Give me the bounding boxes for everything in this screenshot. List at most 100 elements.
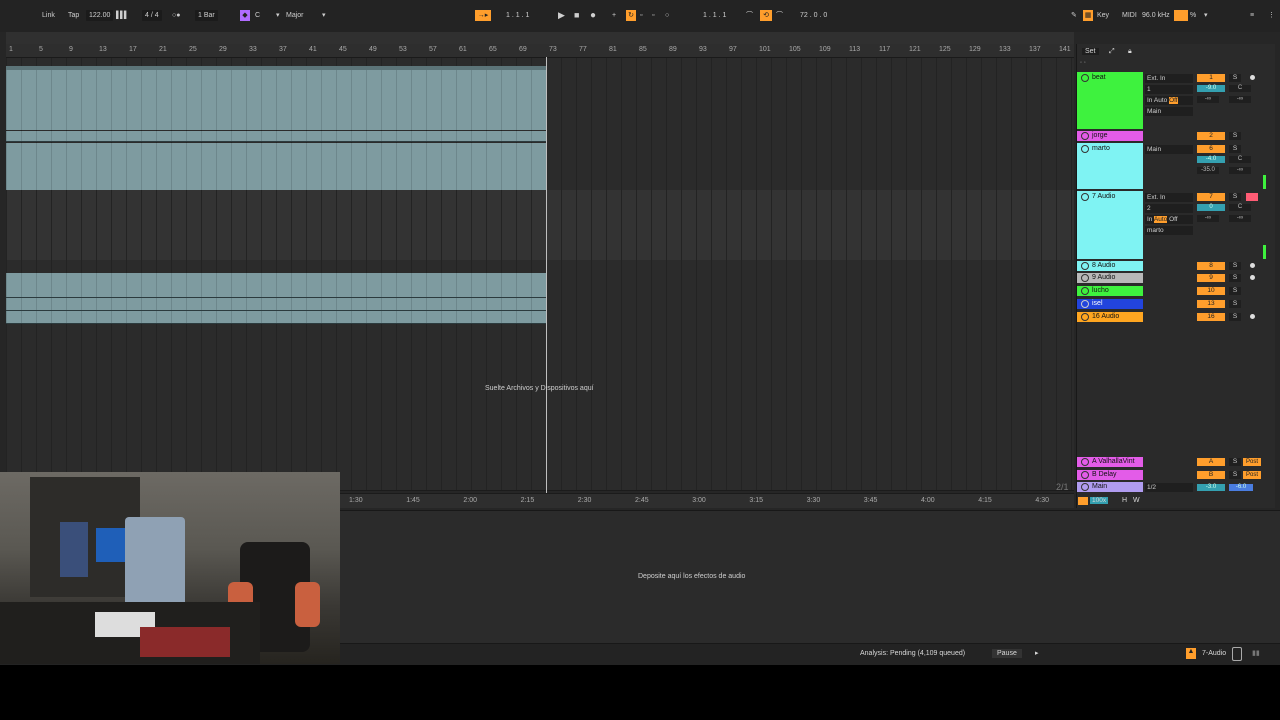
arrangement-view[interactable]: [6, 58, 1074, 491]
menu-icon[interactable]: ≡: [1250, 10, 1254, 21]
track-header-marto[interactable]: marto: [1077, 143, 1143, 189]
output-dropdown[interactable]: Main: [1145, 107, 1193, 116]
track-activator[interactable]: 1: [1197, 74, 1225, 82]
capture-icon[interactable]: ▫: [640, 10, 642, 21]
zoom-field[interactable]: 100x: [1090, 497, 1109, 504]
track-activator[interactable]: 10: [1197, 287, 1225, 295]
song-position[interactable]: 1 . 1 . 1: [506, 10, 529, 21]
pre-post-toggle[interactable]: Post: [1243, 458, 1261, 466]
set-button[interactable]: Set: [1082, 48, 1099, 55]
follow-icon[interactable]: →▸: [475, 10, 491, 21]
audio-clip[interactable]: [6, 66, 546, 131]
solo-button[interactable]: S: [1229, 132, 1241, 140]
key-dropdown[interactable]: C: [255, 10, 260, 21]
track-activator[interactable]: 16: [1197, 313, 1225, 321]
fold-icon[interactable]: [1081, 287, 1089, 295]
nudge-icon[interactable]: ▌▌▌: [116, 10, 129, 21]
zoom-icon[interactable]: [1078, 497, 1088, 505]
track-header-16-audio[interactable]: 16 Audio: [1077, 312, 1143, 322]
track-activator[interactable]: 6: [1197, 145, 1225, 153]
track-header-9-audio[interactable]: 9 Audio: [1077, 273, 1143, 283]
track-activator[interactable]: 13: [1197, 300, 1225, 308]
audio-clip[interactable]: [6, 298, 546, 311]
metronome-icon[interactable]: ○●: [172, 10, 180, 21]
fold-icon[interactable]: [1081, 300, 1089, 308]
return-activator[interactable]: B: [1197, 471, 1225, 479]
input-channel-dropdown[interactable]: 1: [1145, 85, 1193, 94]
bar-ruler[interactable]: 1 5 9 13 17 21 25 29 33 37 41 45 49 53 57 61 65 69 73 77 81 8…: [6, 44, 1074, 58]
lock-icon[interactable]: 🔒︎: [1128, 48, 1132, 56]
send-a-field[interactable]: -∞: [1197, 96, 1219, 103]
arm-button[interactable]: [1250, 275, 1255, 280]
audio-clip[interactable]: [6, 285, 546, 298]
quantize-dropdown[interactable]: 1 Bar: [195, 10, 218, 21]
loop-record-icon[interactable]: ○: [665, 10, 669, 21]
overview-strip[interactable]: [6, 32, 1074, 44]
volume-field[interactable]: 0: [1197, 204, 1225, 211]
solo-button[interactable]: S: [1229, 262, 1241, 270]
solo-button[interactable]: S: [1229, 145, 1241, 153]
fold-icon[interactable]: [1081, 145, 1089, 153]
punch-in-icon[interactable]: ⌒: [746, 10, 753, 21]
send-a-field[interactable]: -∞: [1197, 215, 1219, 222]
pause-button[interactable]: Pause: [992, 649, 1022, 658]
fold-icon[interactable]: [1081, 262, 1089, 270]
playhead-marker[interactable]: [546, 57, 547, 497]
send-a-field[interactable]: -35.0: [1197, 167, 1219, 174]
collapse-icons[interactable]: ◦ ◦: [1080, 60, 1086, 66]
solo-button[interactable]: S: [1229, 458, 1241, 466]
track-activator[interactable]: 9: [1197, 274, 1225, 282]
track-header-7-audio[interactable]: 7 Audio: [1077, 191, 1143, 259]
track-header-isel[interactable]: isel: [1077, 299, 1143, 309]
chevron-down-icon[interactable]: ▾: [276, 10, 280, 21]
monitor-switch[interactable]: In Auto Off: [1145, 96, 1193, 105]
time-signature-field[interactable]: 4 / 4: [142, 10, 162, 21]
solo-button[interactable]: S: [1229, 193, 1241, 201]
solo-button[interactable]: S: [1229, 313, 1241, 321]
volume-field[interactable]: -4.0: [1197, 156, 1225, 163]
solo-button[interactable]: S: [1229, 471, 1241, 479]
fold-icon[interactable]: [1081, 313, 1089, 321]
volume-field[interactable]: -9.0: [1197, 85, 1225, 92]
input-type-dropdown[interactable]: Ext. In: [1145, 193, 1193, 202]
fold-icon[interactable]: [1081, 74, 1089, 82]
track-activator[interactable]: 2: [1197, 132, 1225, 140]
input-channel-dropdown[interactable]: 2: [1145, 204, 1193, 213]
pan-field[interactable]: C: [1229, 156, 1251, 163]
warning-icon[interactable]: ▲: [1186, 648, 1196, 659]
main-track-header[interactable]: Main: [1077, 482, 1143, 492]
session-record-icon[interactable]: ▫: [652, 10, 654, 21]
solo-button[interactable]: S: [1229, 274, 1241, 282]
menu-icon[interactable]: ⋮: [1268, 10, 1275, 21]
record-icon[interactable]: ●: [590, 10, 596, 21]
key-map-button[interactable]: Key: [1097, 10, 1109, 21]
fold-icon[interactable]: [1081, 274, 1089, 282]
track-activator[interactable]: 8: [1197, 262, 1225, 270]
midi-map-button[interactable]: MIDI: [1122, 10, 1137, 21]
draw-mode-icon[interactable]: ✎: [1071, 10, 1077, 21]
output-dropdown[interactable]: marto: [1145, 226, 1193, 235]
loop-length-field[interactable]: 72 . 0 . 0: [800, 10, 827, 21]
overdub-icon[interactable]: +: [612, 10, 616, 21]
return-header-b[interactable]: B Delay: [1077, 470, 1143, 480]
pan-field[interactable]: C: [1229, 204, 1251, 211]
expand-icon[interactable]: ⤢: [1109, 48, 1115, 56]
send-b-field[interactable]: -∞: [1229, 96, 1251, 103]
track-activator[interactable]: 7: [1197, 193, 1225, 201]
w-button[interactable]: W: [1133, 497, 1140, 504]
solo-button[interactable]: S: [1229, 287, 1241, 295]
fold-icon[interactable]: [1081, 458, 1089, 466]
h-button[interactable]: H: [1122, 497, 1127, 504]
link-button[interactable]: Link: [42, 10, 55, 21]
pan-field[interactable]: C: [1229, 85, 1251, 92]
audio-clip[interactable]: [6, 311, 546, 324]
scale-dropdown[interactable]: Major: [286, 10, 304, 21]
main-volume-field[interactable]: -3.0: [1197, 484, 1225, 491]
fold-icon[interactable]: [1081, 193, 1089, 201]
solo-button[interactable]: S: [1229, 300, 1241, 308]
stop-icon[interactable]: ■: [574, 10, 579, 21]
fold-icon[interactable]: [1081, 471, 1089, 479]
tempo-field[interactable]: 122.00: [86, 10, 114, 21]
track-lane-8-audio[interactable]: [6, 260, 1074, 274]
return-activator[interactable]: A: [1197, 458, 1225, 466]
